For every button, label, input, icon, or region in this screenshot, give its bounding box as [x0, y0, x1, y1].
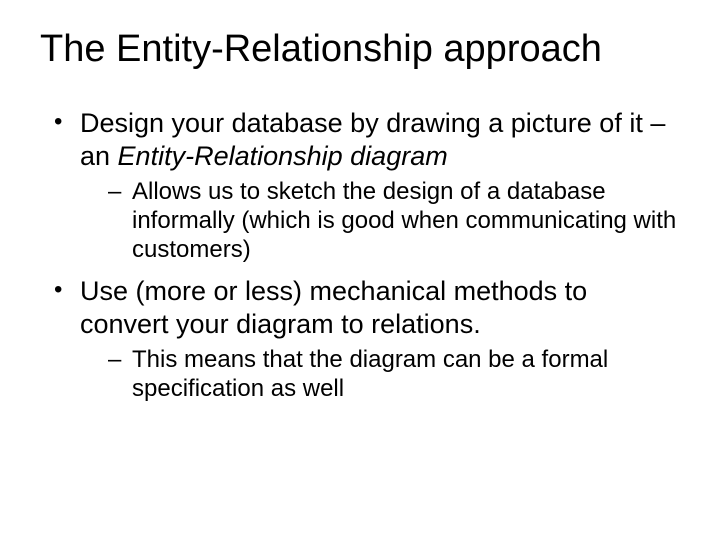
bullet-1-emphasis: Entity-Relationship diagram — [118, 141, 448, 171]
slide: The Entity-Relationship approach Design … — [0, 0, 720, 540]
bullet-2-sub-1: This means that the diagram can be a for… — [108, 345, 680, 404]
bullet-2-text: Use (more or less) mechanical methods to… — [80, 276, 587, 339]
bullet-1: Design your database by drawing a pictur… — [50, 107, 680, 265]
slide-title: The Entity-Relationship approach — [40, 28, 680, 71]
bullet-list: Design your database by drawing a pictur… — [40, 107, 680, 403]
bullet-1-sublist: Allows us to sketch the design of a data… — [80, 177, 680, 265]
bullet-2-sublist: This means that the diagram can be a for… — [80, 345, 680, 404]
bullet-1-sub-1: Allows us to sketch the design of a data… — [108, 177, 680, 265]
bullet-2: Use (more or less) mechanical methods to… — [50, 275, 680, 403]
